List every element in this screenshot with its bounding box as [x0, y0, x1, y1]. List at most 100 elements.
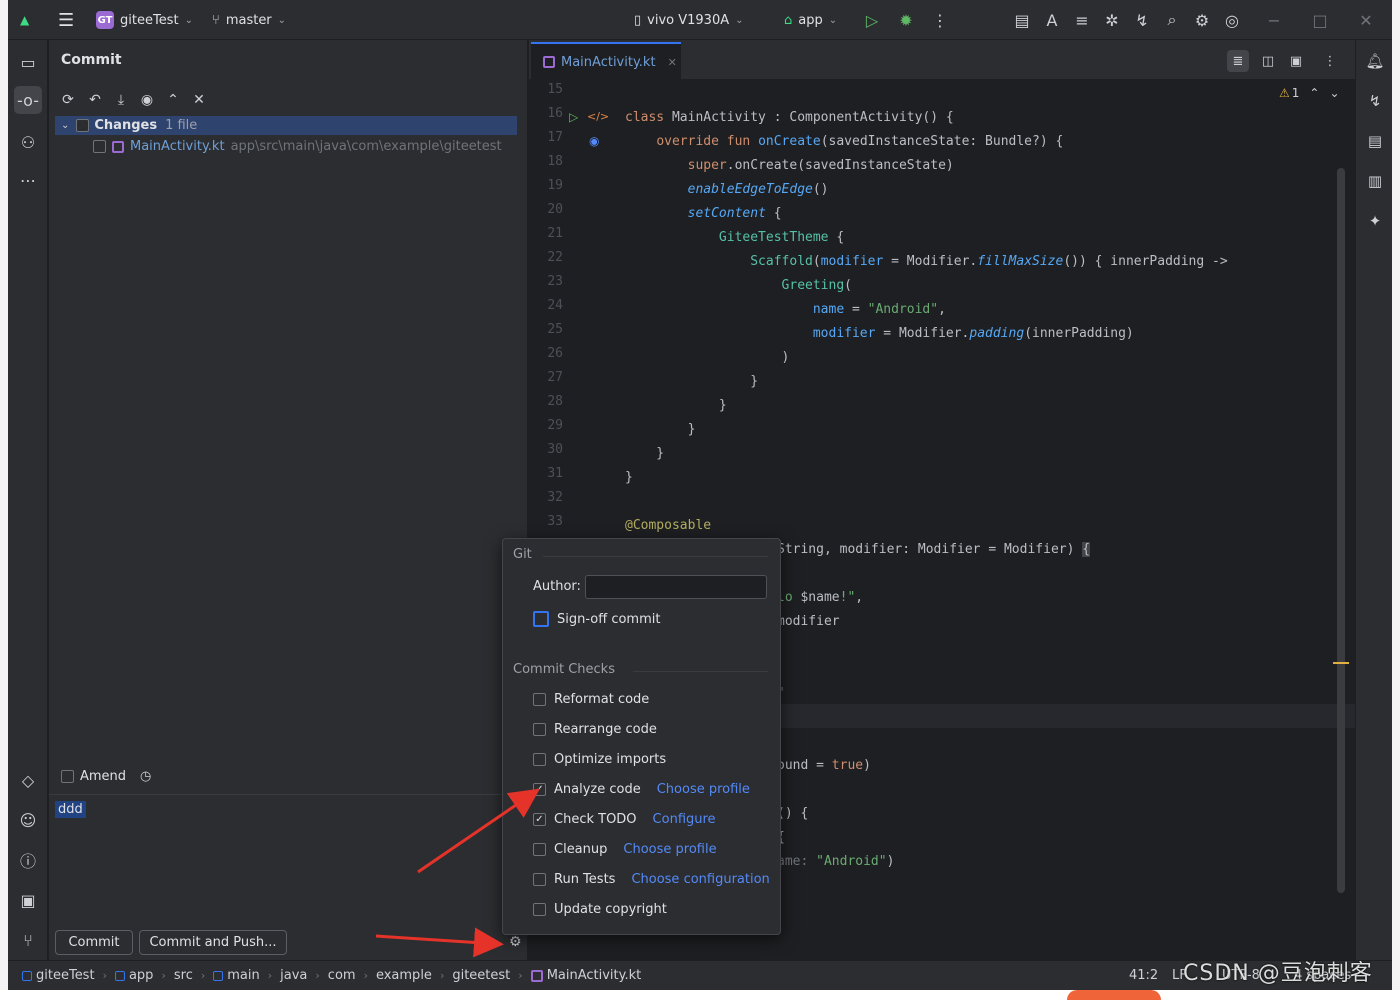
breadcrumb-item[interactable]: giteetest: [452, 968, 510, 983]
run-config-selector[interactable]: ⌂ app ⌄: [784, 0, 837, 40]
commit-button[interactable]: Commit: [55, 930, 133, 955]
settings-icon[interactable]: ⚙: [1192, 10, 1212, 30]
branch-selector[interactable]: ⑂ master ⌄: [212, 0, 286, 40]
problems-icon[interactable]: ⓘ: [14, 846, 42, 874]
file-checkbox[interactable]: [93, 140, 106, 153]
commit-message-area[interactable]: ddd: [49, 794, 528, 924]
build-variants-icon[interactable]: ◇: [14, 766, 42, 794]
device-file-icon[interactable]: ▤: [1362, 128, 1388, 154]
device-selector[interactable]: ▯ vivo V1930A ⌄: [634, 0, 744, 40]
chevron-down-icon[interactable]: ⌄: [61, 120, 69, 131]
rollback-icon[interactable]: ↶: [85, 90, 105, 110]
account-icon[interactable]: ◎: [1222, 10, 1242, 30]
debug-icon[interactable]: ✹: [896, 10, 916, 30]
logcat-cat-icon[interactable]: ☺: [14, 806, 42, 834]
breadcrumb-item[interactable]: app: [114, 968, 153, 983]
run-icon[interactable]: ▷: [862, 10, 882, 30]
changed-file-row[interactable]: MainActivity.kt app\src\main\java\com\ex…: [93, 137, 502, 156]
project-selector[interactable]: GT giteeTest ⌄: [96, 0, 193, 40]
breadcrumb-item[interactable]: src: [174, 968, 193, 983]
changes-group-row[interactable]: ⌄ Changes 1 file: [55, 116, 517, 135]
more-options-icon[interactable]: ⋮: [1319, 50, 1341, 72]
update-copyright-checkbox[interactable]: [533, 903, 546, 916]
amend-label[interactable]: Amend: [80, 769, 126, 784]
choose-profile-link[interactable]: Choose profile: [657, 782, 750, 797]
refresh-icon[interactable]: ⟳: [58, 90, 78, 110]
gemini-spark-icon[interactable]: ✦: [1362, 208, 1388, 234]
analyze-code-checkbox[interactable]: ✓: [533, 783, 546, 796]
run-tests-checkbox[interactable]: [533, 873, 546, 886]
check-row-analyze-code[interactable]: ✓ Analyze code Choose profile: [533, 782, 750, 797]
signoff-row[interactable]: Sign-off commit: [533, 611, 660, 627]
history-icon[interactable]: ◷: [140, 769, 151, 784]
reformat-checkbox[interactable]: [533, 693, 546, 706]
optimize-imports-checkbox[interactable]: [533, 753, 546, 766]
close-icon[interactable]: ✕: [1356, 10, 1376, 30]
amend-checkbox[interactable]: [61, 770, 74, 783]
rearrange-checkbox[interactable]: [533, 723, 546, 736]
code-gutter-icon[interactable]: </>: [587, 110, 609, 123]
background-bottom-strip: [0, 990, 1400, 1000]
cleanup-checkbox[interactable]: [533, 843, 546, 856]
breadcrumb-item[interactable]: giteeTest: [22, 968, 95, 983]
editor-scrollbar[interactable]: [1337, 168, 1345, 893]
breadcrumb-item[interactable]: com: [328, 968, 356, 983]
caret-position[interactable]: 41:2: [1129, 968, 1158, 983]
chevron-up-icon[interactable]: ⌃: [1309, 86, 1319, 100]
check-row-update-copyright[interactable]: Update copyright: [533, 902, 667, 917]
inspection-widget[interactable]: ⚠ 1 ⌃ ⌄: [1279, 86, 1340, 100]
check-row-run-tests[interactable]: Run Tests Choose configuration: [533, 872, 770, 887]
run-gutter-icon[interactable]: ▷: [569, 110, 578, 124]
warning-marker[interactable]: [1333, 662, 1349, 664]
code-view-icon[interactable]: ≣: [1227, 50, 1249, 72]
breadcrumb-item[interactable]: example: [376, 968, 432, 983]
search-icon[interactable]: ⌕: [1162, 10, 1182, 30]
editor-tab[interactable]: MainActivity.kt ✕: [531, 42, 681, 80]
override-gutter-icon[interactable]: ◉: [589, 134, 599, 148]
git-icon[interactable]: ⑂: [14, 926, 42, 954]
choose-configuration-link[interactable]: Choose configuration: [631, 872, 769, 887]
device-manager-icon[interactable]: ▤: [1012, 10, 1032, 30]
breadcrumb-item[interactable]: MainActivity.kt: [530, 968, 641, 983]
expand-all-icon[interactable]: ⌃: [163, 90, 183, 110]
commit-options-gear-icon[interactable]: ⚙: [509, 934, 525, 950]
signoff-checkbox[interactable]: [533, 611, 549, 627]
main-menu-button[interactable]: ☰: [58, 0, 74, 40]
commit-and-push-button[interactable]: Commit and Push...: [139, 930, 287, 955]
close-tab-icon[interactable]: ✕: [668, 56, 677, 69]
check-row-check-todo[interactable]: ✓ Check TODO Configure: [533, 812, 716, 827]
logcat-icon[interactable]: ≡: [1072, 10, 1092, 30]
collapse-all-icon[interactable]: ✕: [189, 90, 209, 110]
running-devices-icon[interactable]: ▥: [1362, 168, 1388, 194]
shelve-icon[interactable]: ⤓: [111, 90, 131, 110]
changes-checkbox[interactable]: [76, 119, 90, 132]
check-row-cleanup[interactable]: Cleanup Choose profile: [533, 842, 717, 857]
structure-icon[interactable]: ⚇: [14, 128, 42, 156]
more-tools-icon[interactable]: ⋯: [14, 166, 42, 194]
choose-profile-link[interactable]: Choose profile: [623, 842, 716, 857]
show-diff-icon[interactable]: ◉: [137, 90, 157, 110]
check-row-rearrange[interactable]: Rearrange code: [533, 722, 657, 737]
notifications-icon[interactable]: 🔔︎: [1362, 48, 1388, 74]
split-view-icon[interactable]: ◫: [1257, 50, 1279, 72]
more-actions-icon[interactable]: ⋮: [930, 10, 950, 30]
minimize-icon[interactable]: −: [1264, 10, 1284, 30]
check-row-optimize-imports[interactable]: Optimize imports: [533, 752, 666, 767]
chevron-down-icon[interactable]: ⌄: [1329, 86, 1339, 100]
commit-message-text[interactable]: ddd: [55, 801, 86, 818]
breadcrumb-item[interactable]: java: [280, 968, 307, 983]
commit-icon[interactable]: -o-: [14, 86, 42, 114]
terminal-icon[interactable]: ▣: [14, 886, 42, 914]
app-inspection-icon[interactable]: ✲: [1102, 10, 1122, 30]
maximize-icon[interactable]: □: [1310, 10, 1330, 30]
configure-link[interactable]: Configure: [653, 812, 716, 827]
project-folder-icon[interactable]: ▭: [14, 48, 42, 76]
gradle-icon[interactable]: ↯: [1362, 88, 1388, 114]
translate-icon[interactable]: A: [1042, 10, 1062, 30]
breadcrumb-item[interactable]: main: [213, 968, 260, 983]
check-todo-checkbox[interactable]: ✓: [533, 813, 546, 826]
design-view-icon[interactable]: ▣: [1285, 50, 1307, 72]
author-input[interactable]: [585, 575, 767, 599]
gemini-icon[interactable]: ↯: [1132, 10, 1152, 30]
check-row-reformat[interactable]: Reformat code: [533, 692, 649, 707]
